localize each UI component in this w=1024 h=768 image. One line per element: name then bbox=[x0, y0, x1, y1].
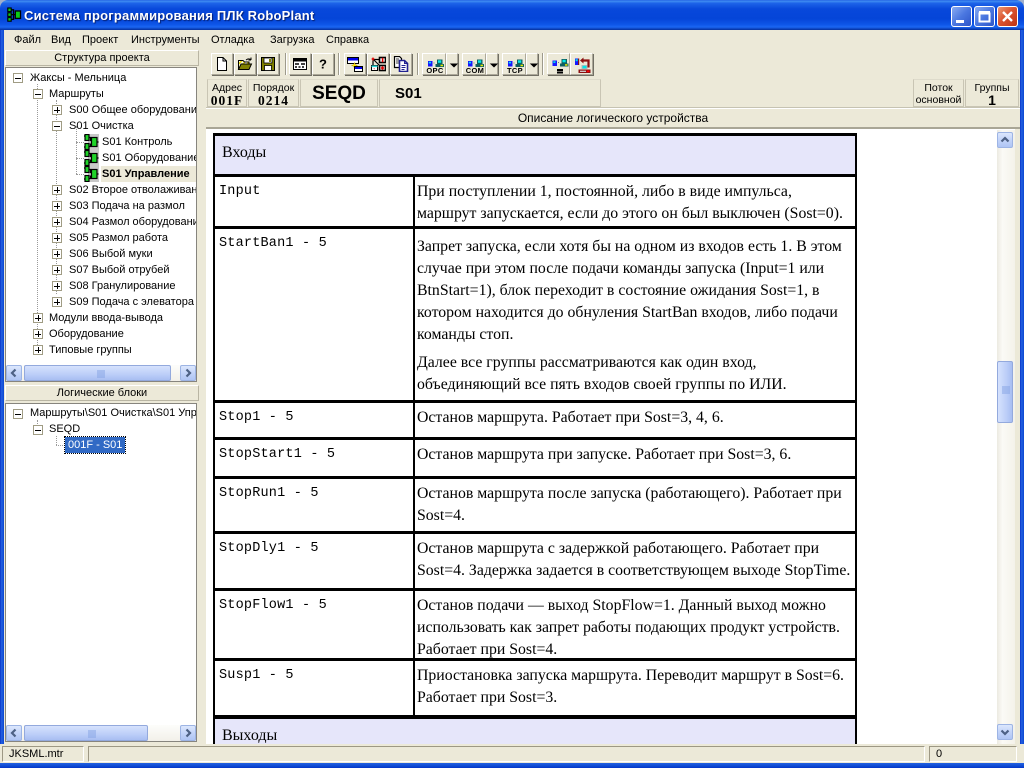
svg-text:OPC: OPC bbox=[426, 66, 443, 74]
svg-text:?: ? bbox=[319, 57, 327, 72]
svg-text:TCP: TCP bbox=[507, 66, 523, 74]
svg-text:COM: COM bbox=[466, 66, 484, 74]
